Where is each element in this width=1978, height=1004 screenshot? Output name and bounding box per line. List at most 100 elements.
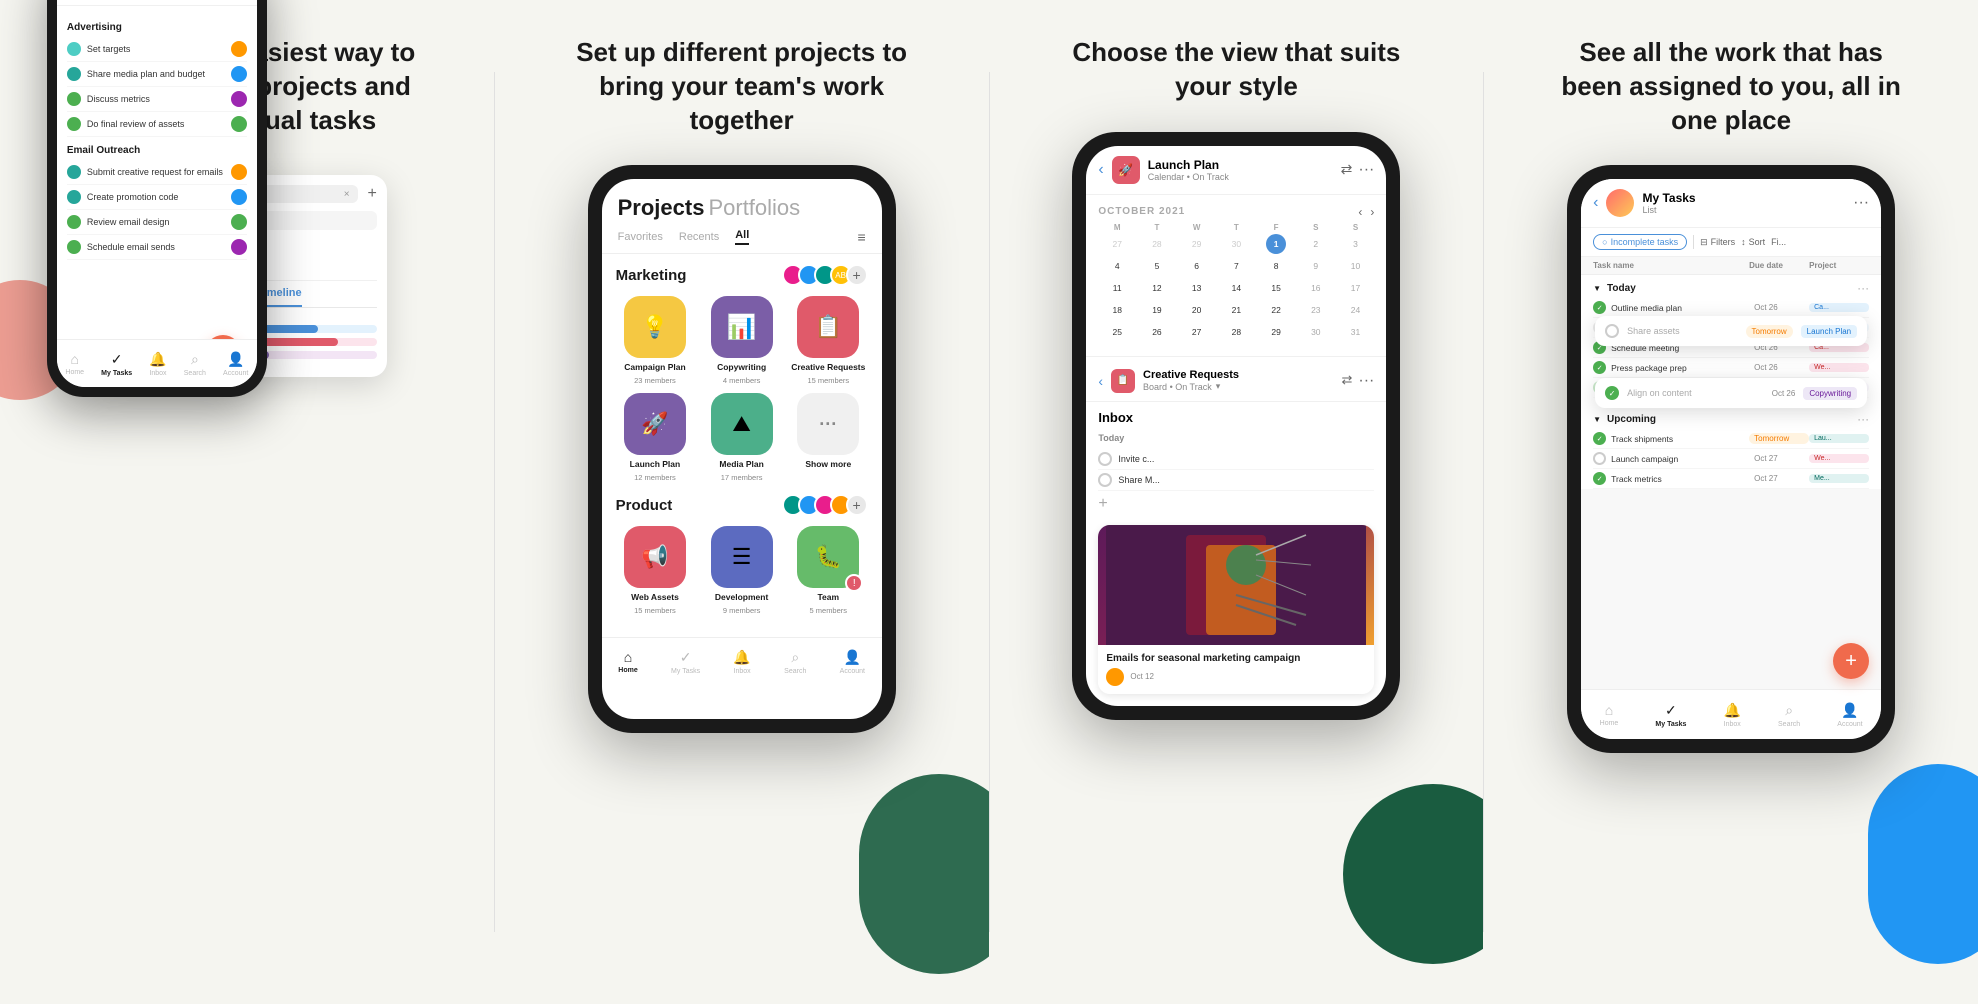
cal-day-19[interactable]: 19: [1147, 300, 1167, 320]
cal-day-29b[interactable]: 29: [1266, 322, 1286, 342]
cal-day-21[interactable]: 21: [1226, 300, 1246, 320]
p2-nav-home[interactable]: ⌂ Home: [618, 649, 637, 674]
cal-day-26[interactable]: 26: [1147, 322, 1167, 342]
p4-fab-button[interactable]: +: [1833, 643, 1869, 679]
p3-back-icon[interactable]: ‹: [1098, 161, 1103, 179]
p4-nav-mytasks[interactable]: ✓ My Tasks: [1655, 702, 1686, 728]
p4-align-popup[interactable]: ✓ Align on content Oct 26 Copywriting: [1595, 378, 1867, 408]
task-row-promo-code[interactable]: Create promotion code: [67, 185, 247, 210]
p4-nav-account[interactable]: 👤 Account: [1837, 702, 1862, 728]
p3-creative-filter[interactable]: ⇄: [1341, 372, 1352, 390]
p3-inbox-item-2[interactable]: Share M...: [1098, 470, 1374, 491]
p3-filter-icon[interactable]: ⇄: [1341, 161, 1353, 178]
cal-day-16[interactable]: 16: [1306, 278, 1326, 298]
p4-sort-btn[interactable]: ↕ Sort: [1741, 237, 1765, 247]
project-card-webassets[interactable]: 📢 Web Assets 15 members: [616, 526, 695, 615]
p2-tab-favorites[interactable]: Favorites: [618, 231, 663, 243]
cal-day-30[interactable]: 30: [1306, 322, 1326, 342]
p4-incomplete-chip[interactable]: ○ Incomplete tasks: [1593, 234, 1687, 250]
project-card-development[interactable]: ☰ Development 9 members: [702, 526, 781, 615]
cal-day-5[interactable]: 5: [1147, 256, 1167, 276]
cal-day-3[interactable]: 3: [1346, 234, 1366, 254]
p3-inbox-item-1[interactable]: Invite c...: [1098, 449, 1374, 470]
project-card-team[interactable]: 🐛 ! Team 5 members: [789, 526, 868, 615]
p4-back-icon[interactable]: ‹: [1593, 194, 1598, 212]
cal-day-13[interactable]: 13: [1187, 278, 1207, 298]
cal-day-6[interactable]: 6: [1187, 256, 1207, 276]
task-row-schedule-emails[interactable]: Schedule email sends: [67, 235, 247, 260]
cal-day-25[interactable]: 25: [1107, 322, 1127, 342]
project-card-more[interactable]: ··· Show more: [789, 393, 868, 482]
p2-nav-account[interactable]: 👤 Account: [840, 649, 865, 675]
p4-nav-home[interactable]: ⌂ Home: [1600, 702, 1619, 727]
task-row-share-media[interactable]: Share media plan and budget: [67, 62, 247, 87]
cal-day-28[interactable]: 28: [1147, 234, 1167, 254]
cal-day-2[interactable]: 2: [1306, 234, 1326, 254]
p3-more-icon[interactable]: ···: [1358, 161, 1374, 179]
p3-email-card[interactable]: Emails for seasonal marketing campaign O…: [1098, 525, 1374, 694]
project-card-media[interactable]: ⛰ Media Plan 17 members: [702, 393, 781, 482]
p3-cal-prev[interactable]: ‹: [1358, 205, 1362, 219]
cal-day-17[interactable]: 17: [1346, 278, 1366, 298]
project-card-launch[interactable]: 🚀 Launch Plan 12 members: [616, 393, 695, 482]
task-row-set-targets[interactable]: Set targets: [67, 37, 247, 62]
cal-day-4[interactable]: 4: [1107, 256, 1127, 276]
filter-list-icon[interactable]: ≡: [857, 229, 865, 245]
p4-task-press-package[interactable]: Press package prep Oct 26 We...: [1593, 358, 1869, 378]
cal-day-11[interactable]: 11: [1107, 278, 1127, 298]
cal-day-14[interactable]: 14: [1226, 278, 1246, 298]
p4-task-track-shipments[interactable]: Track shipments Tomorrow Lau...: [1593, 429, 1869, 449]
p4-share-assets-popup[interactable]: Share assets Tomorrow Launch Plan: [1595, 316, 1867, 346]
cal-day-8[interactable]: 8: [1266, 256, 1286, 276]
p3-secondary-back[interactable]: ‹: [1098, 373, 1103, 389]
browser-tab-close[interactable]: ×: [344, 189, 350, 200]
cal-day-20[interactable]: 20: [1187, 300, 1207, 320]
p2-tab-all[interactable]: All: [735, 229, 749, 245]
project-card-campaign[interactable]: 💡 Campaign Plan 23 members: [616, 296, 695, 385]
browser-new-tab[interactable]: +: [368, 185, 377, 203]
cal-day-9[interactable]: 9: [1306, 256, 1326, 276]
cal-day-22[interactable]: 22: [1266, 300, 1286, 320]
p4-today-dots[interactable]: ···: [1857, 281, 1869, 295]
cal-day-7[interactable]: 7: [1226, 256, 1246, 276]
cal-day-27b[interactable]: 27: [1187, 322, 1207, 342]
p1-nav-account[interactable]: 👤 Account: [223, 351, 248, 377]
p4-fi-btn[interactable]: Fi...: [1771, 237, 1786, 247]
cal-day-27[interactable]: 27: [1107, 234, 1127, 254]
p3-creative-more[interactable]: ···: [1358, 372, 1374, 390]
cal-day-10[interactable]: 10: [1346, 256, 1366, 276]
task-row-final-review[interactable]: Do final review of assets: [67, 112, 247, 137]
p3-cal-next[interactable]: ›: [1370, 205, 1374, 219]
project-card-copywriting[interactable]: 📊 Copywriting 4 members: [702, 296, 781, 385]
p1-nav-home[interactable]: ⌂ Home: [65, 351, 84, 376]
p4-nav-search[interactable]: ⌕ Search: [1778, 702, 1800, 728]
cal-day-29[interactable]: 29: [1187, 234, 1207, 254]
cal-day-30[interactable]: 30: [1226, 234, 1246, 254]
cal-day-31[interactable]: 31: [1346, 322, 1366, 342]
cal-day-1-today[interactable]: 1: [1266, 234, 1286, 254]
cal-day-23[interactable]: 23: [1306, 300, 1326, 320]
p1-nav-inbox[interactable]: 🔔 Inbox: [149, 351, 166, 377]
p4-more-icon[interactable]: ···: [1853, 194, 1869, 212]
p3-add-task[interactable]: +: [1098, 491, 1374, 517]
cal-day-18[interactable]: 18: [1107, 300, 1127, 320]
p2-nav-search[interactable]: ⌕ Search: [784, 649, 806, 675]
add-product-member-btn[interactable]: +: [846, 494, 868, 516]
p2-nav-inbox[interactable]: 🔔 Inbox: [733, 649, 750, 675]
p4-task-launch-campaign[interactable]: Launch campaign Oct 27 We...: [1593, 449, 1869, 469]
task-row-submit-creative[interactable]: Submit creative request for emails: [67, 160, 247, 185]
p2-nav-mytasks[interactable]: ✓ My Tasks: [671, 649, 700, 675]
add-member-btn[interactable]: +: [846, 264, 868, 286]
project-card-creative[interactable]: 📋 Creative Requests 15 members: [789, 296, 868, 385]
p4-filters-btn[interactable]: ⊟ Filters: [1700, 237, 1735, 248]
cal-day-12[interactable]: 12: [1147, 278, 1167, 298]
cal-day-15[interactable]: 15: [1266, 278, 1286, 298]
p4-task-outline-media[interactable]: Outline media plan Oct 26 Ca...: [1593, 298, 1869, 318]
task-row-discuss-metrics[interactable]: Discuss metrics: [67, 87, 247, 112]
p4-upcoming-dots[interactable]: ···: [1857, 412, 1869, 426]
task-row-review-email[interactable]: Review email design: [67, 210, 247, 235]
p1-nav-mytasks[interactable]: ✓ My Tasks: [101, 351, 132, 377]
cal-day-28b[interactable]: 28: [1226, 322, 1246, 342]
p1-nav-search[interactable]: ⌕ Search: [184, 351, 206, 377]
p4-nav-inbox[interactable]: 🔔 Inbox: [1724, 702, 1741, 728]
